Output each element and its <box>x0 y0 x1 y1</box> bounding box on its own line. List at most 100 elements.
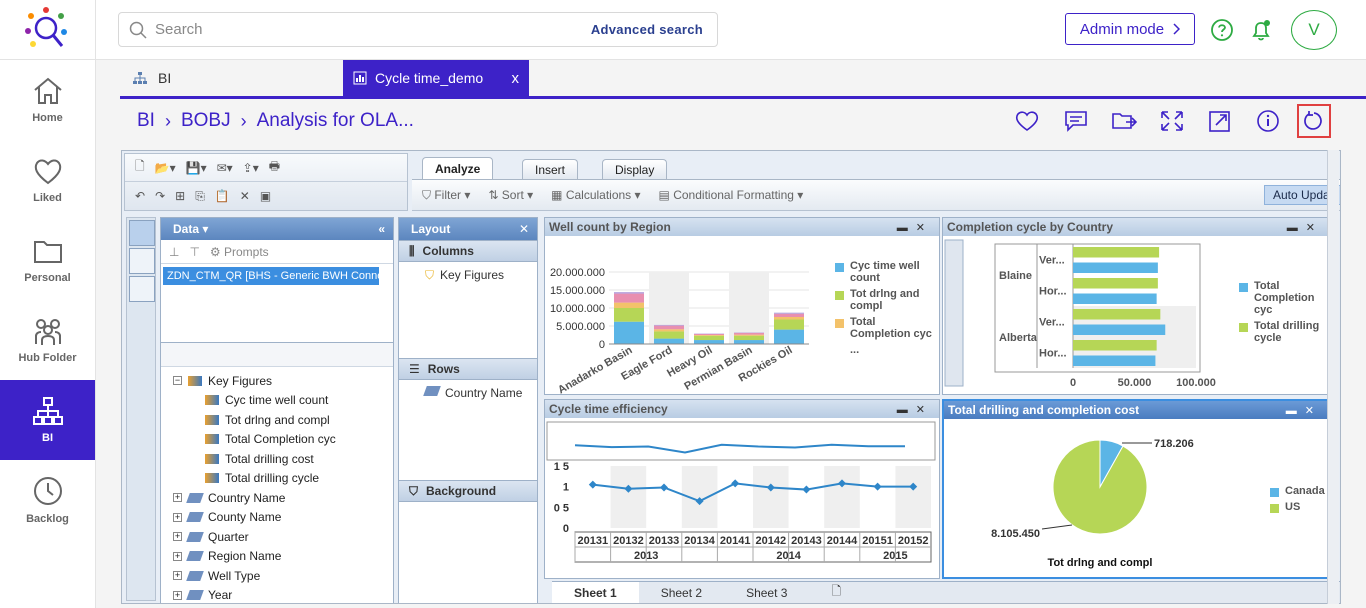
chart-window-controls[interactable]: ▬✕ <box>1287 221 1323 234</box>
connection-list: ZDN_CTM_QR [BHS - Generic BWH Connec <box>161 267 393 343</box>
notification-bell-icon[interactable] <box>1249 18 1273 42</box>
chart-window-controls[interactable]: ▬✕ <box>1286 404 1322 417</box>
email-icon[interactable]: ✉▾ <box>217 161 233 175</box>
sidebar-item-backlog[interactable]: Backlog <box>0 460 95 540</box>
chart-legend: Total Completion cyc Total drilling cycl… <box>1239 280 1329 348</box>
admin-mode-button[interactable]: Admin mode <box>1065 13 1195 45</box>
chart-window-controls[interactable]: ▬✕ <box>897 403 933 416</box>
add-source-icon[interactable]: ⊥ <box>169 245 179 259</box>
pages-icon[interactable] <box>129 276 155 302</box>
tab-analyze[interactable]: Analyze <box>422 157 494 179</box>
refresh-button[interactable] <box>1297 104 1331 138</box>
remove-source-icon[interactable]: ⊤ <box>189 245 199 259</box>
save-icon[interactable]: 💾▾ <box>186 161 207 175</box>
close-tab-button[interactable]: x <box>512 70 520 87</box>
sidebar-item-bi[interactable]: BI <box>0 380 95 460</box>
collapse-toggle-icon[interactable]: − <box>173 376 182 386</box>
search-input[interactable] <box>155 21 591 38</box>
tree-node-dimension[interactable]: + Well Type <box>161 566 393 586</box>
expand-toggle-icon[interactable]: + <box>173 532 182 542</box>
sheet-tab-3[interactable]: Sheet 3 <box>724 582 809 603</box>
data-panel-header: Data ▾ « <box>161 218 393 240</box>
expand-toggle-icon[interactable]: + <box>173 512 182 522</box>
tree-node-dimension[interactable]: + Region Name <box>161 547 393 567</box>
tree-node-measure[interactable]: Cyc time well count <box>161 391 393 411</box>
delete-icon[interactable]: ✕ <box>240 189 250 203</box>
x-axis-label: Tot drlng and compl <box>1048 557 1153 569</box>
tree-node-dimension[interactable]: + Country Name <box>161 488 393 508</box>
redo-icon[interactable]: ↷ <box>155 189 165 203</box>
conditional-formatting-button[interactable]: ▤ Conditional Formatting ▾ <box>659 188 804 202</box>
info-icon[interactable] <box>1255 109 1281 133</box>
breadcrumb-item-bobj[interactable]: BOBJ <box>181 110 231 132</box>
chart-title: Well count by Region <box>549 220 671 234</box>
undo-icon[interactable]: ↶ <box>135 189 145 203</box>
app-logo[interactable] <box>0 0 95 60</box>
hierarchy-tool-icon[interactable]: ⊞ <box>175 189 185 203</box>
legend-more[interactable]: ... <box>835 344 935 356</box>
filter-button[interactable]: ⛉ Filter ▾ <box>422 188 470 203</box>
sidebar-item-liked[interactable]: Liked <box>0 140 95 220</box>
tab-bi[interactable]: BI <box>120 60 342 96</box>
year-label: 2014 <box>776 550 801 562</box>
chart-window-controls[interactable]: ▬✕ <box>897 221 933 234</box>
columns-item[interactable]: ⛉ Key Figures <box>399 262 537 358</box>
expand-icon[interactable] <box>1159 109 1185 133</box>
expand-toggle-icon[interactable]: + <box>173 590 182 600</box>
expand-toggle-icon[interactable]: + <box>173 493 182 503</box>
favorite-heart-icon[interactable] <box>1014 109 1040 133</box>
move-folder-icon[interactable] <box>1111 109 1137 133</box>
x-tick-label: 20131 <box>578 535 609 547</box>
chart-well-count-by-region[interactable]: Well count by Region ▬✕ 20.000.000 15.000.… <box>544 217 940 395</box>
sheet-tab-2[interactable]: Sheet 2 <box>639 582 724 603</box>
tree-node-measure[interactable]: Total drilling cycle <box>161 469 393 489</box>
vertical-scrollbar[interactable] <box>1327 150 1339 604</box>
sidebar-item-hub-folder[interactable]: Hub Folder <box>0 300 95 380</box>
layout-toggle-icon[interactable]: ▣ <box>260 189 271 203</box>
expand-toggle-icon[interactable]: + <box>173 551 182 561</box>
tree-node-measure[interactable]: Total Completion cyc <box>161 430 393 450</box>
breadcrumb-item-bi[interactable]: BI <box>137 110 155 132</box>
prompts-button[interactable]: ⚙ Prompts <box>210 245 269 259</box>
sidebar-item-personal[interactable]: Personal <box>0 220 95 300</box>
advanced-search-link[interactable]: Advanced search <box>591 22 703 37</box>
open-folder-icon[interactable]: 📂▾ <box>155 161 176 175</box>
chart-total-drilling-and-completion-cost[interactable]: Total drilling and completion cost ▬✕ 718… <box>942 399 1330 579</box>
chevron-right-icon <box>1173 23 1181 35</box>
paste-icon[interactable]: 📋 <box>215 189 230 203</box>
properties-icon[interactable] <box>129 248 155 274</box>
tree-node-key-figures[interactable]: − Key Figures <box>161 371 393 391</box>
sort-button[interactable]: ⇅ Sort ▾ <box>488 188 533 202</box>
calculations-button[interactable]: ▦ Calculations ▾ <box>551 188 640 202</box>
connection-item[interactable]: ZDN_CTM_QR [BHS - Generic BWH Connec <box>163 267 379 285</box>
tree-node-measure[interactable]: Total drilling cost <box>161 449 393 469</box>
comment-icon[interactable] <box>1063 109 1089 133</box>
tree-node-measure[interactable]: Tot drlng and compl <box>161 410 393 430</box>
tab-insert[interactable]: Insert <box>522 159 579 179</box>
pie-chart: 718.206 8.105.450 Tot drlng and compl <box>991 438 1194 569</box>
data-cube-icon[interactable] <box>129 220 155 246</box>
help-icon[interactable] <box>1210 18 1234 42</box>
print-icon[interactable]: 🖶 <box>269 157 280 178</box>
tree-node-dimension[interactable]: + Year <box>161 586 393 604</box>
chart-cycle-time-efficiency[interactable]: Cycle time efficiency ▬✕ 1 510 5 0 20131 201… <box>544 399 940 579</box>
new-document-icon[interactable]: 🗋 <box>135 157 145 178</box>
sheet-tab-1[interactable]: Sheet 1 <box>552 582 639 603</box>
new-sheet-icon[interactable]: 🗋 <box>809 582 863 603</box>
x-tick-label: 20132 <box>613 535 644 547</box>
sidebar-item-home[interactable]: Home <box>0 60 95 140</box>
close-icon[interactable]: ✕ <box>519 222 529 236</box>
tree-node-dimension[interactable]: + Quarter <box>161 527 393 547</box>
expand-toggle-icon[interactable]: + <box>173 571 182 581</box>
rows-item[interactable]: Country Name <box>399 380 537 480</box>
tab-cycle-time-demo[interactable]: Cycle time_demo x <box>343 60 529 96</box>
collapse-icon[interactable]: « <box>378 222 385 236</box>
tree-node-dimension[interactable]: + County Name <box>161 508 393 528</box>
export-icon[interactable]: ⇪▾ <box>243 161 259 175</box>
data-panel-title[interactable]: Data <box>173 222 199 236</box>
tab-display[interactable]: Display <box>602 159 668 179</box>
open-external-icon[interactable] <box>1207 109 1233 133</box>
copy-icon[interactable]: ⎘ <box>195 189 205 204</box>
chart-completion-cycle-by-country[interactable]: Completion cycle by Country ▬✕ Blaine Ver.… <box>942 217 1330 395</box>
avatar[interactable]: V <box>1291 10 1337 50</box>
